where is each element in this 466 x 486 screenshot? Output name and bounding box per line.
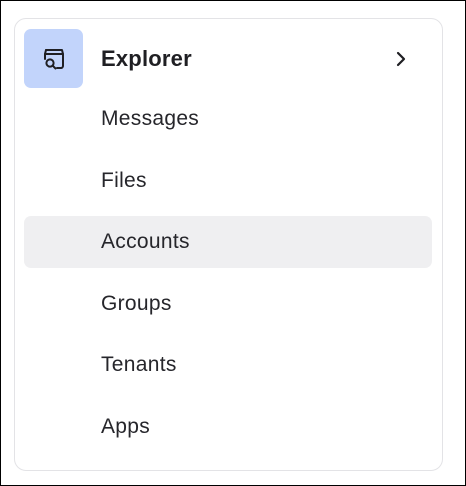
nav-item-label: Accounts (101, 230, 190, 253)
nav-item-groups[interactable]: Groups (24, 278, 432, 330)
nav-item-label: Tenants (101, 353, 177, 376)
nav-item-accounts[interactable]: Accounts (24, 216, 432, 268)
window-frame: Explorer Messages Files Accounts Groups … (0, 0, 466, 486)
nav-item-messages[interactable]: Messages (24, 93, 432, 145)
nav-item-files[interactable]: Files (24, 155, 432, 207)
nav-item-apps[interactable]: Apps (24, 401, 432, 453)
explorer-search-icon (24, 29, 83, 88)
explorer-menu-panel: Explorer Messages Files Accounts Groups … (14, 18, 443, 471)
explorer-nav-list: Messages Files Accounts Groups Tenants A… (24, 93, 432, 462)
nav-item-label: Files (101, 168, 147, 192)
explorer-title: Explorer (101, 45, 192, 71)
nav-item-label: Apps (101, 414, 151, 438)
nav-item-label: Groups (101, 291, 172, 315)
nav-item-label: Messages (101, 107, 200, 130)
chevron-right-icon[interactable] (394, 49, 408, 69)
explorer-section-header[interactable]: Explorer (24, 29, 432, 88)
nav-item-tenants[interactable]: Tenants (24, 339, 432, 391)
